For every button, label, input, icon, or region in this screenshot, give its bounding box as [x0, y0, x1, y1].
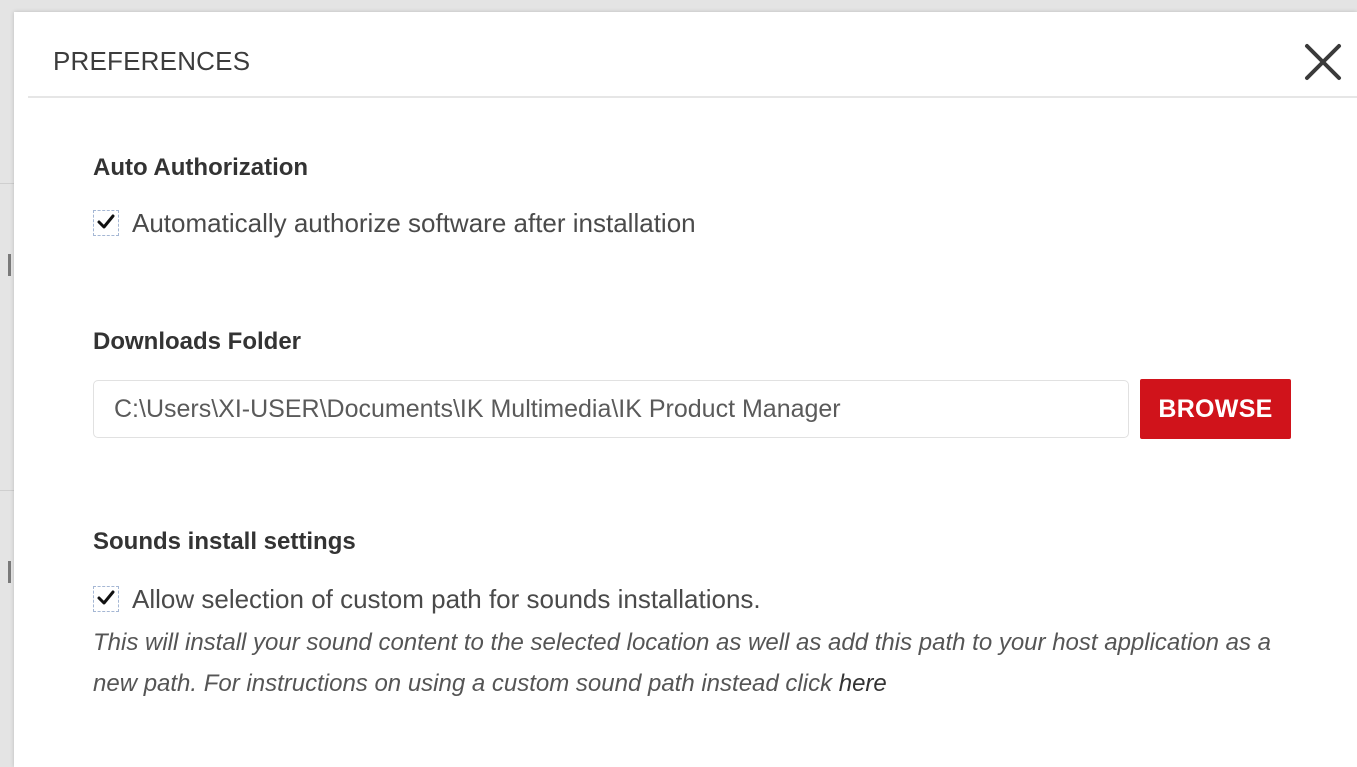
backdrop-marker	[8, 561, 11, 583]
browse-button[interactable]: BROWSE	[1140, 379, 1291, 439]
checkmark-icon	[97, 590, 115, 605]
close-button[interactable]	[1303, 42, 1343, 82]
auto-authorize-row[interactable]: Automatically authorize software after i…	[93, 208, 893, 242]
custom-sound-path-help-link[interactable]: here	[839, 670, 887, 697]
sounds-install-heading: Sounds install settings	[93, 528, 356, 555]
sounds-install-note: This will install your sound content to …	[93, 622, 1293, 704]
checkmark-icon	[97, 214, 115, 229]
dialog-title: PREFERENCES	[53, 46, 251, 76]
custom-sound-path-row[interactable]: Allow selection of custom path for sound…	[93, 584, 993, 618]
downloads-folder-heading: Downloads Folder	[93, 328, 302, 355]
auto-authorize-label: Automatically authorize software after i…	[132, 208, 696, 238]
sounds-install-note-text: This will install your sound content to …	[93, 629, 1272, 697]
backdrop-divider	[0, 490, 14, 491]
backdrop-marker	[8, 254, 11, 276]
downloads-folder-path-input[interactable]	[93, 380, 1129, 438]
custom-sound-path-checkbox[interactable]	[93, 586, 119, 612]
dialog-header: PREFERENCES	[28, 12, 1357, 98]
preferences-dialog: PREFERENCES Auto Authorization Automatic…	[14, 12, 1357, 767]
backdrop-divider	[0, 183, 14, 184]
custom-sound-path-label: Allow selection of custom path for sound…	[132, 584, 761, 614]
close-icon	[1305, 44, 1341, 80]
auto-authorization-heading: Auto Authorization	[93, 154, 309, 181]
auto-authorize-checkbox[interactable]	[93, 210, 119, 236]
